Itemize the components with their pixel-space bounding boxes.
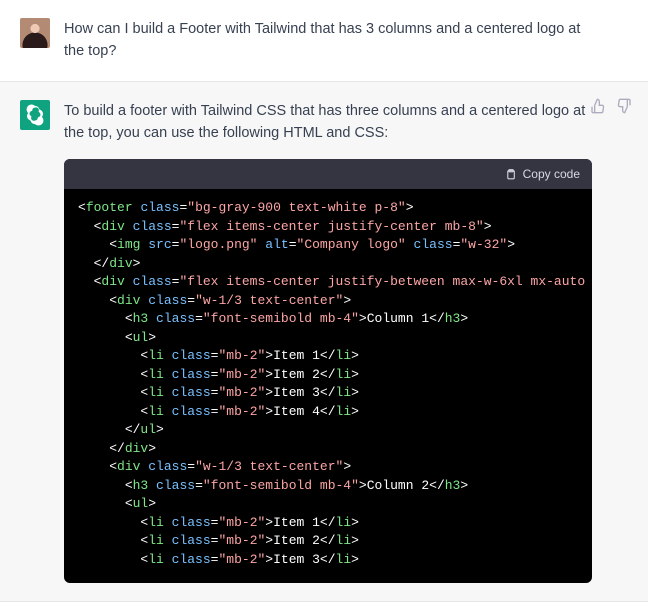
- user-message-text: How can I build a Footer with Tailwind t…: [64, 18, 628, 63]
- thumbs-down-button[interactable]: [616, 98, 632, 119]
- thumbs-down-icon: [616, 98, 632, 114]
- openai-icon: [24, 104, 46, 126]
- assistant-message-row: To build a footer with Tailwind CSS that…: [0, 82, 648, 602]
- assistant-message-text: To build a footer with Tailwind CSS that…: [64, 100, 592, 145]
- assistant-message-body: To build a footer with Tailwind CSS that…: [64, 100, 628, 584]
- copy-code-label: Copy code: [523, 165, 580, 184]
- thumbs-up-icon: [590, 98, 606, 114]
- code-content: <footer class="bg-gray-900 text-white p-…: [64, 189, 592, 583]
- assistant-avatar: [20, 100, 50, 130]
- conversation: How can I build a Footer with Tailwind t…: [0, 0, 648, 602]
- user-message-row: How can I build a Footer with Tailwind t…: [0, 0, 648, 82]
- feedback-buttons: [590, 98, 632, 119]
- clipboard-icon: [504, 168, 517, 181]
- thumbs-up-button[interactable]: [590, 98, 606, 119]
- code-block: Copy code <footer class="bg-gray-900 tex…: [64, 159, 592, 584]
- copy-code-button[interactable]: Copy code: [64, 159, 592, 190]
- user-avatar: [20, 18, 50, 48]
